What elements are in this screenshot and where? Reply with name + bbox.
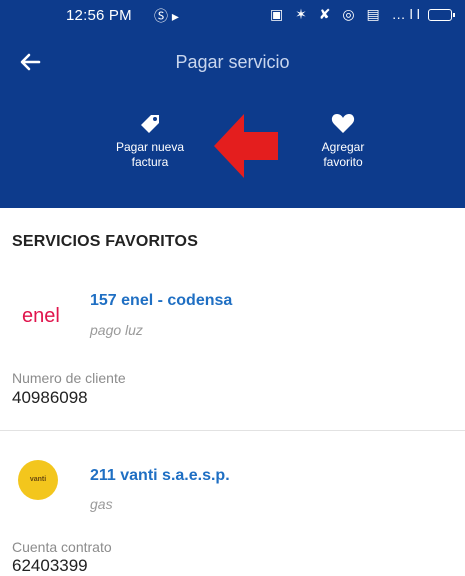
pay-new-bill-label-line1: Pagar nueva bbox=[115, 140, 185, 154]
system-status-icons: ▣ ✶ ✘ ◎ ▤ …ll bbox=[270, 6, 424, 22]
contract-account-label: Cuenta contrato bbox=[12, 539, 112, 555]
client-number-value: 40986098 bbox=[12, 388, 88, 407]
app-header: 12:56 PM Ⓢ ▸ ▣ ✶ ✘ ◎ ▤ …ll Pagar servici… bbox=[0, 0, 465, 208]
status-bar: 12:56 PM Ⓢ ▸ ▣ ✶ ✘ ◎ ▤ …ll bbox=[0, 0, 465, 32]
enel-logo: enel bbox=[22, 305, 60, 327]
favorites-section-title: SERVICIOS FAVORITOS bbox=[12, 233, 199, 250]
status-time: 12:56 PM bbox=[66, 7, 132, 24]
client-number-label: Numero de cliente bbox=[12, 370, 126, 386]
add-favorite-label-line2: favorito bbox=[323, 155, 363, 169]
page-title: Pagar servicio bbox=[175, 52, 290, 72]
favorite-service-item[interactable]: enel 157 enel - codensa pago luz Numero … bbox=[0, 280, 465, 431]
favorite-service-item[interactable]: vanti 211 vanti s.a.e.s.p. gas Cuenta co… bbox=[0, 432, 465, 575]
favorite-service-name[interactable]: 211 vanti s.a.e.s.p. bbox=[90, 467, 230, 485]
heart-icon bbox=[331, 114, 355, 133]
pay-new-bill-label-line2: factura bbox=[131, 155, 169, 169]
contract-account-value: 62403399 bbox=[12, 556, 88, 575]
favorite-service-type: pago luz bbox=[90, 322, 143, 338]
add-favorite-label-line1: Agregar bbox=[321, 140, 365, 154]
add-favorite-button[interactable]: Agregar favorito bbox=[283, 112, 403, 170]
red-arrow-annotation bbox=[214, 114, 278, 178]
favorite-service-type: gas bbox=[90, 496, 113, 512]
tag-icon bbox=[141, 115, 159, 133]
vanti-logo: vanti bbox=[18, 460, 58, 500]
pay-new-bill-button[interactable]: Pagar nueva factura bbox=[90, 112, 210, 170]
favorite-service-name[interactable]: 157 enel - codensa bbox=[90, 292, 232, 310]
notification-icons: Ⓢ ▸ bbox=[154, 8, 179, 24]
enel-logo-text: enel bbox=[22, 305, 60, 327]
battery-icon bbox=[428, 9, 455, 21]
